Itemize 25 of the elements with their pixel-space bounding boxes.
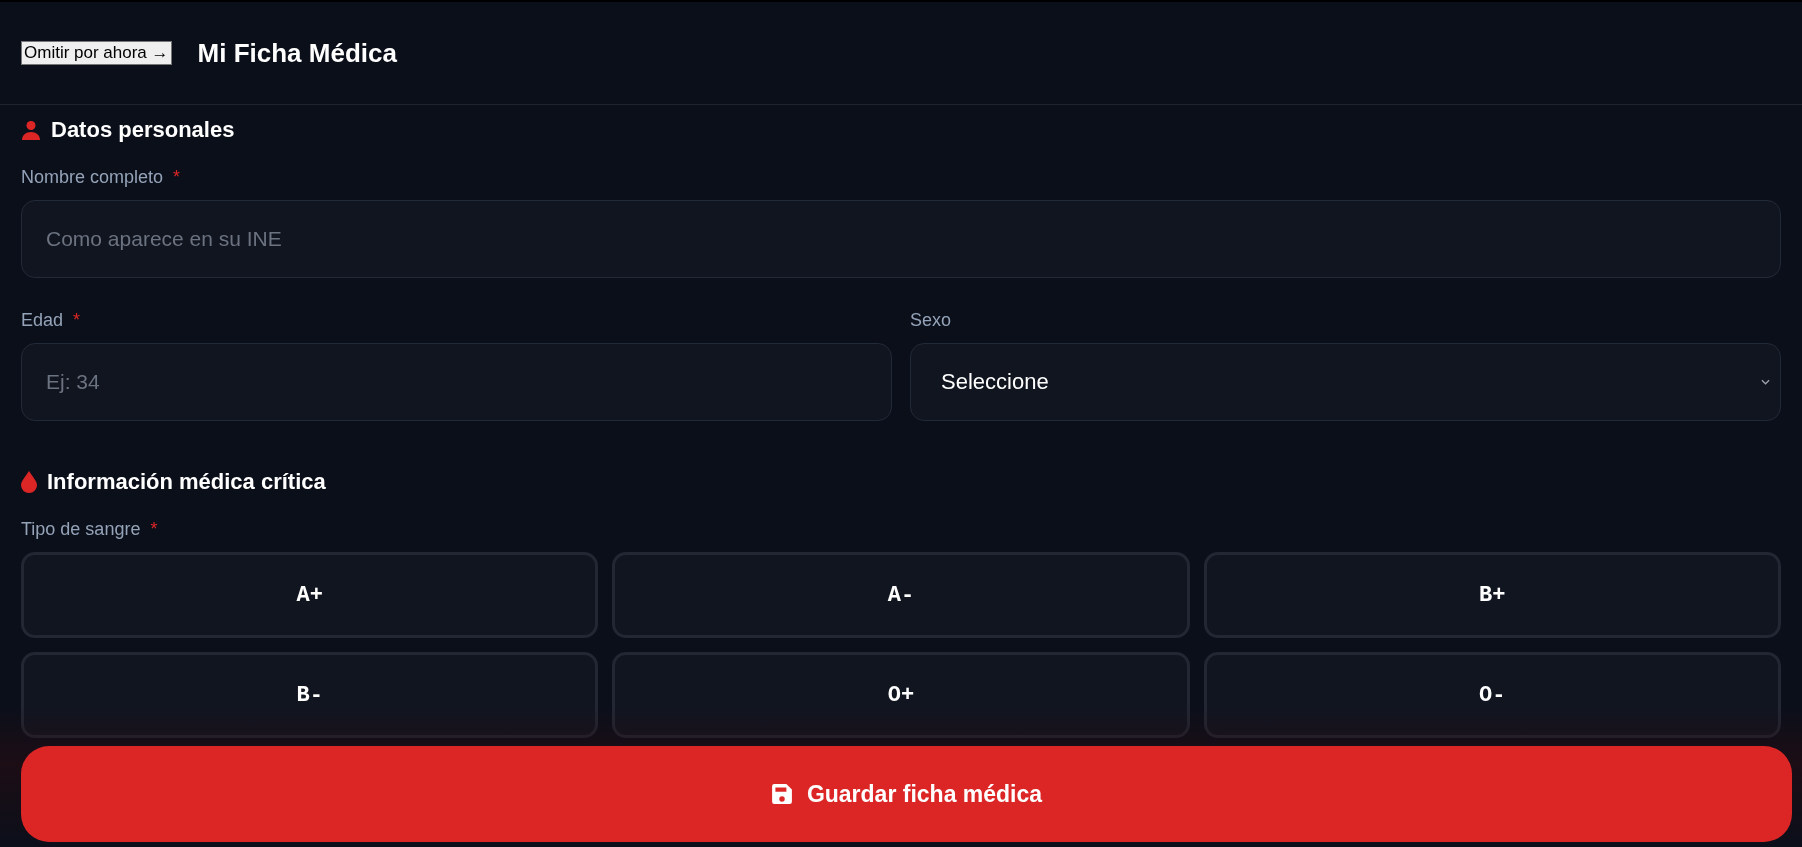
required-mark: * — [73, 310, 81, 331]
field-label: Sexo — [910, 310, 952, 331]
field-label: Edad — [21, 310, 64, 331]
required-mark: * — [173, 167, 181, 188]
save-icon — [770, 783, 793, 805]
blood-type-option[interactable]: B+ — [1203, 552, 1781, 638]
section-title: Datos personales — [51, 117, 235, 143]
chevron-down-icon — [1761, 379, 1770, 385]
blood-type-option[interactable]: B- — [21, 652, 599, 738]
section-title: Información médica crítica — [47, 469, 326, 495]
field-label: Tipo de sangre — [21, 519, 141, 540]
age-input[interactable]: Ej: 34 — [21, 343, 892, 421]
person-icon — [21, 120, 41, 140]
skip-button[interactable]: Omitir por ahora → — [21, 41, 172, 65]
page-title: Mi Ficha Médica — [197, 37, 397, 69]
save-button[interactable]: Guardar ficha médica — [21, 746, 1792, 842]
field-label: Nombre completo — [21, 167, 164, 188]
blood-type-option[interactable]: A+ — [21, 552, 599, 638]
blood-type-option[interactable]: O- — [1203, 652, 1781, 738]
name-input[interactable]: Como aparece en su INE — [21, 200, 1781, 278]
sex-select[interactable]: Seleccione — [910, 343, 1781, 421]
blood-type-option[interactable]: A- — [612, 552, 1190, 638]
blood-drop-icon — [21, 471, 37, 493]
blood-type-option[interactable]: O+ — [612, 652, 1190, 738]
required-mark: * — [150, 519, 158, 540]
